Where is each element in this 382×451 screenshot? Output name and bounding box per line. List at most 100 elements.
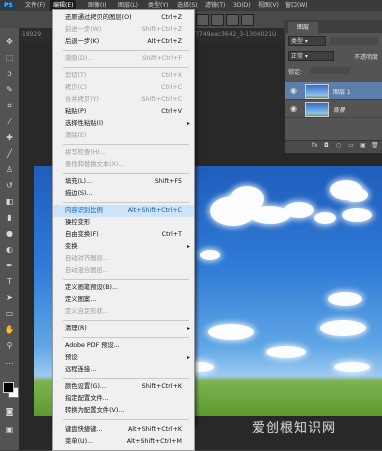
align-icon[interactable] bbox=[196, 14, 209, 26]
quick-mask-icon[interactable]: ◙ bbox=[4, 406, 15, 417]
3d-mode-icon[interactable] bbox=[241, 14, 254, 26]
menu-item-label: 菜单(U)... bbox=[65, 438, 94, 445]
menu-item-color-settings[interactable]: 颜色设置(G)... Shift+Ctrl+K bbox=[53, 381, 194, 393]
submenu-arrow-icon: ▸ bbox=[186, 354, 190, 361]
menu-item-remote-connections[interactable]: 远程连接... bbox=[53, 364, 194, 376]
menu-item-puppet-warp[interactable]: 操控变形 bbox=[53, 217, 194, 229]
menu-item-define-brush[interactable]: 定义画笔预设(B)... bbox=[53, 282, 194, 294]
menu-item-clear[interactable]: 清除(E) bbox=[53, 130, 194, 142]
menu-item-transform[interactable]: 变换 ▸ bbox=[53, 241, 194, 253]
menu-item-keyboard-shortcuts[interactable]: 键盘快捷键... Alt+Shift+Ctrl+K bbox=[53, 424, 194, 436]
adjustment-icon[interactable]: ○ bbox=[336, 140, 341, 152]
menu-item-label: 键盘快捷键... bbox=[65, 426, 103, 433]
menu-separator bbox=[63, 378, 189, 379]
menu-item-free-transform[interactable]: 自由变换(F) Ctrl+T bbox=[53, 229, 194, 241]
menu-item-label: 定义画笔预设(B)... bbox=[65, 284, 119, 291]
menu-item-presets[interactable]: 预设 ▸ bbox=[53, 352, 194, 364]
lasso-tool-icon[interactable]: ↄ bbox=[4, 68, 15, 79]
brush-tool-icon[interactable]: ╱ bbox=[4, 148, 15, 159]
menu-item-pdf-presets[interactable]: Adobe PDF 预设... bbox=[53, 340, 194, 352]
menu-item-paste-special[interactable]: 选择性粘贴(I) ▸ bbox=[53, 118, 194, 130]
marquee-tool-icon[interactable]: ⬚ bbox=[4, 52, 15, 63]
menu-item-assign-profile[interactable]: 指定配置文件... bbox=[53, 393, 194, 405]
menu-item-step-forward[interactable]: 前进一步(W) Shift+Ctrl+Z bbox=[53, 24, 194, 36]
mask-icon[interactable]: ◘ bbox=[324, 140, 329, 152]
visibility-eye-icon[interactable]: ◉ bbox=[290, 104, 297, 113]
blend-mode-value: 正常 bbox=[291, 53, 304, 60]
menu-item-cut[interactable]: 剪切(T) Ctrl+X bbox=[53, 70, 194, 82]
menu-item-label: 定义自定形状... bbox=[65, 308, 109, 315]
tools-panel: ✥ ⬚ ↄ ✎ ⌗ ⁄ ✚ ╱ ♙ ↺ ◧ ▮ ● ◐ ✒ T ➤ ▭ ✋ ⚲ … bbox=[0, 28, 20, 450]
fx-icon[interactable]: fx bbox=[312, 140, 318, 152]
menu-item-purge[interactable]: 清理(R) ▸ bbox=[53, 323, 194, 335]
menu-item-menus[interactable]: 菜单(U)... Alt+Shift+Ctrl+M bbox=[53, 436, 194, 448]
menu-item-spell-check[interactable]: 拼写检查(H)... bbox=[53, 147, 194, 159]
submenu-arrow-icon: ▸ bbox=[186, 243, 190, 250]
menu-item-auto-blend[interactable]: 自动混合图层... bbox=[53, 265, 194, 277]
menu-item-shortcut: Ctrl+V bbox=[161, 108, 182, 115]
document-tab-title-end[interactable]: 8c7749eac3642_3-1304021U bbox=[188, 29, 276, 41]
crop-tool-icon[interactable]: ⌗ bbox=[4, 100, 15, 111]
menu-item-undo[interactable]: 还原通过拷贝的图层(O) Ctrl+Z bbox=[53, 12, 194, 24]
menu-item-fade[interactable]: 渐隐(D)... Shift+Ctrl+F bbox=[53, 53, 194, 65]
menu-item-convert-profile[interactable]: 转换为配置文件(V)... bbox=[53, 405, 194, 417]
layer-row-layer1[interactable]: ◉ 图层 1 bbox=[285, 82, 382, 100]
menu-separator bbox=[63, 279, 189, 280]
filter-icons[interactable] bbox=[330, 37, 378, 45]
menu-3d[interactable]: 3D(D) bbox=[233, 0, 251, 11]
history-brush-icon[interactable]: ↺ bbox=[4, 180, 15, 191]
menu-item-content-aware-scale[interactable]: 内容识别比例 Alt+Shift+Ctrl+C bbox=[53, 205, 194, 217]
menu-item-stroke[interactable]: 描边(S)... bbox=[53, 188, 194, 200]
screen-mode-icon[interactable]: ▣ bbox=[4, 424, 15, 435]
foreground-color-swatch[interactable] bbox=[3, 382, 14, 393]
menu-item-label: 渐隐(D)... bbox=[65, 55, 94, 62]
tab-layers[interactable]: 图层 bbox=[288, 22, 318, 33]
shape-tool-icon[interactable]: ▭ bbox=[4, 308, 15, 319]
quick-select-icon[interactable]: ✎ bbox=[4, 84, 15, 95]
cloud-shape bbox=[342, 208, 372, 222]
blend-mode-select[interactable]: 正常 ▾ bbox=[288, 51, 334, 61]
menu-window[interactable]: 窗口(W) bbox=[285, 0, 308, 11]
menu-separator bbox=[63, 320, 189, 321]
new-layer-icon[interactable]: ▣ bbox=[360, 140, 366, 152]
pen-tool-icon[interactable]: ✒ bbox=[4, 260, 15, 271]
zoom-tool-icon[interactable]: ⚲ bbox=[4, 340, 15, 351]
more-tools-icon[interactable]: … bbox=[4, 356, 15, 367]
menu-item-define-shape[interactable]: 定义自定形状... bbox=[53, 306, 194, 318]
menu-view[interactable]: 视图(V) bbox=[258, 0, 279, 11]
menu-item-label: 前进一步(W) bbox=[65, 26, 102, 33]
hand-tool-icon[interactable]: ✋ bbox=[4, 324, 15, 335]
trash-icon[interactable]: 🗑 bbox=[371, 140, 379, 152]
menu-filter[interactable]: 滤镜(T) bbox=[205, 0, 225, 11]
menu-item-copy[interactable]: 拷贝(C) Ctrl+C bbox=[53, 82, 194, 94]
eyedropper-icon[interactable]: ⁄ bbox=[4, 116, 15, 127]
type-tool-icon[interactable]: T bbox=[4, 276, 15, 287]
layers-panel-footer bbox=[285, 140, 382, 153]
menu-file[interactable]: 文件(F) bbox=[25, 0, 45, 11]
document-tab-title-start[interactable]: 18929 bbox=[22, 29, 41, 41]
move-tool-icon[interactable]: ✥ bbox=[4, 36, 15, 47]
menu-item-step-backward[interactable]: 后退一步(K) Alt+Ctrl+Z bbox=[53, 36, 194, 48]
gradient-tool-icon[interactable]: ▮ bbox=[4, 212, 15, 223]
menu-item-find-replace[interactable]: 查找和替换文本(X)... bbox=[53, 159, 194, 171]
distribute-icon[interactable] bbox=[211, 14, 224, 26]
lock-icons[interactable] bbox=[310, 67, 350, 74]
layer-filter-select[interactable]: 类型 ▾ bbox=[288, 36, 326, 46]
healing-brush-icon[interactable]: ✚ bbox=[4, 132, 15, 143]
arrange-icon[interactable] bbox=[226, 14, 239, 26]
group-icon[interactable]: ▭ bbox=[348, 140, 354, 152]
menu-item-paste[interactable]: 粘贴(P) Ctrl+V bbox=[53, 106, 194, 118]
dodge-tool-icon[interactable]: ◐ bbox=[4, 244, 15, 255]
visibility-eye-icon[interactable]: ◉ bbox=[290, 86, 297, 95]
blur-tool-icon[interactable]: ● bbox=[4, 228, 15, 239]
path-select-icon[interactable]: ➤ bbox=[4, 292, 15, 303]
clone-stamp-icon[interactable]: ♙ bbox=[4, 164, 15, 175]
menu-item-fill[interactable]: 填充(L)... Shift+F5 bbox=[53, 176, 194, 188]
layer-row-background[interactable]: ◉ 背景 bbox=[285, 100, 382, 118]
menu-item-auto-align[interactable]: 自动对齐图层... bbox=[53, 253, 194, 265]
menu-item-label: 查找和替换文本(X)... bbox=[65, 161, 125, 168]
menu-item-copy-merged[interactable]: 合并拷贝(Y) Shift+Ctrl+C bbox=[53, 94, 194, 106]
menu-item-label: 内容识别比例 bbox=[65, 207, 103, 214]
menu-item-define-pattern[interactable]: 定义图案... bbox=[53, 294, 194, 306]
eraser-tool-icon[interactable]: ◧ bbox=[4, 196, 15, 207]
